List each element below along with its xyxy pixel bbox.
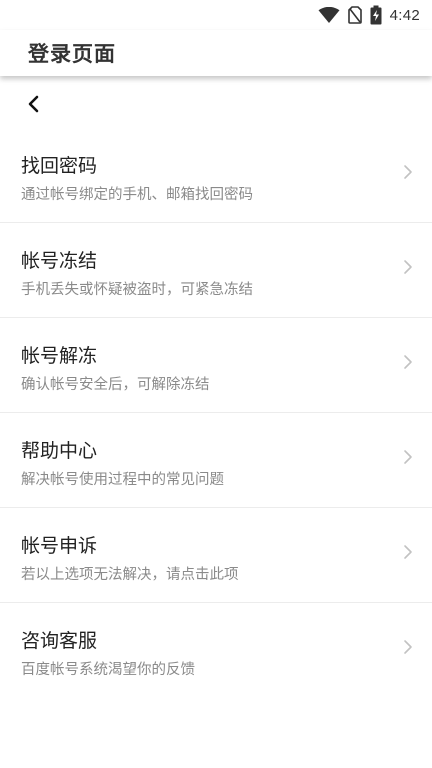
chevron-right-icon bbox=[402, 258, 414, 276]
no-sim-icon bbox=[347, 6, 362, 24]
status-time: 4:42 bbox=[389, 6, 420, 24]
status-bar: 4:42 bbox=[0, 0, 432, 30]
menu-item-title: 帐号冻结 bbox=[21, 250, 98, 272]
chevron-right-icon bbox=[402, 353, 414, 371]
menu-item-title: 帮助中心 bbox=[21, 440, 98, 462]
page-title: 登录页面 bbox=[28, 42, 116, 66]
menu-item-account-appeal[interactable]: 帐号申诉 若以上选项无法解决，请点击此项 bbox=[0, 508, 432, 603]
chevron-right-icon bbox=[402, 163, 414, 181]
menu-item-help-center[interactable]: 帮助中心 解决帐号使用过程中的常见问题 bbox=[0, 413, 432, 508]
chevron-left-icon bbox=[27, 95, 39, 117]
menu-item-desc: 解决帐号使用过程中的常见问题 bbox=[21, 472, 224, 488]
wifi-icon bbox=[318, 7, 340, 23]
menu-item-desc: 通过帐号绑定的手机、邮箱找回密码 bbox=[21, 187, 253, 203]
back-row bbox=[0, 86, 432, 126]
chevron-right-icon bbox=[402, 638, 414, 656]
chevron-right-icon bbox=[402, 543, 414, 561]
back-button[interactable] bbox=[20, 91, 46, 121]
menu-item-desc: 若以上选项无法解决，请点击此项 bbox=[21, 567, 239, 583]
menu-item-title: 咨询客服 bbox=[21, 630, 98, 652]
menu-item-title: 帐号申诉 bbox=[21, 535, 98, 557]
menu-item-customer-service[interactable]: 咨询客服 百度帐号系统渴望你的反馈 bbox=[0, 603, 432, 698]
menu-list: 找回密码 通过帐号绑定的手机、邮箱找回密码 帐号冻结 手机丢失或怀疑被盗时，可紧… bbox=[0, 128, 432, 698]
menu-item-freeze-account[interactable]: 帐号冻结 手机丢失或怀疑被盗时，可紧急冻结 bbox=[0, 223, 432, 318]
menu-item-desc: 百度帐号系统渴望你的反馈 bbox=[21, 662, 195, 678]
menu-item-unfreeze-account[interactable]: 帐号解冻 确认帐号安全后，可解除冻结 bbox=[0, 318, 432, 413]
app-bar: 登录页面 bbox=[0, 30, 432, 76]
menu-item-find-password[interactable]: 找回密码 通过帐号绑定的手机、邮箱找回密码 bbox=[0, 128, 432, 223]
menu-item-title: 帐号解冻 bbox=[21, 345, 98, 367]
menu-item-desc: 确认帐号安全后，可解除冻结 bbox=[21, 377, 210, 393]
menu-item-desc: 手机丢失或怀疑被盗时，可紧急冻结 bbox=[21, 282, 253, 298]
chevron-right-icon bbox=[402, 448, 414, 466]
menu-item-title: 找回密码 bbox=[21, 155, 98, 177]
battery-charging-icon bbox=[370, 5, 382, 25]
